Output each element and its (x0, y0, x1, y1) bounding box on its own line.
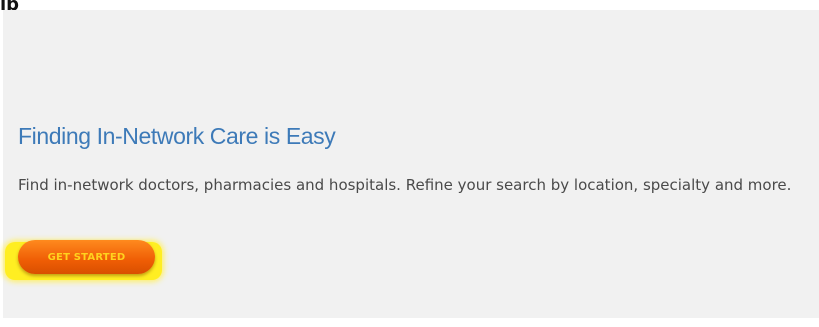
get-started-button[interactable]: GET STARTED (18, 240, 155, 274)
card-description: Find in-network doctors, pharmacies and … (18, 176, 792, 194)
card-title: Finding In-Network Care is Easy (18, 123, 336, 149)
